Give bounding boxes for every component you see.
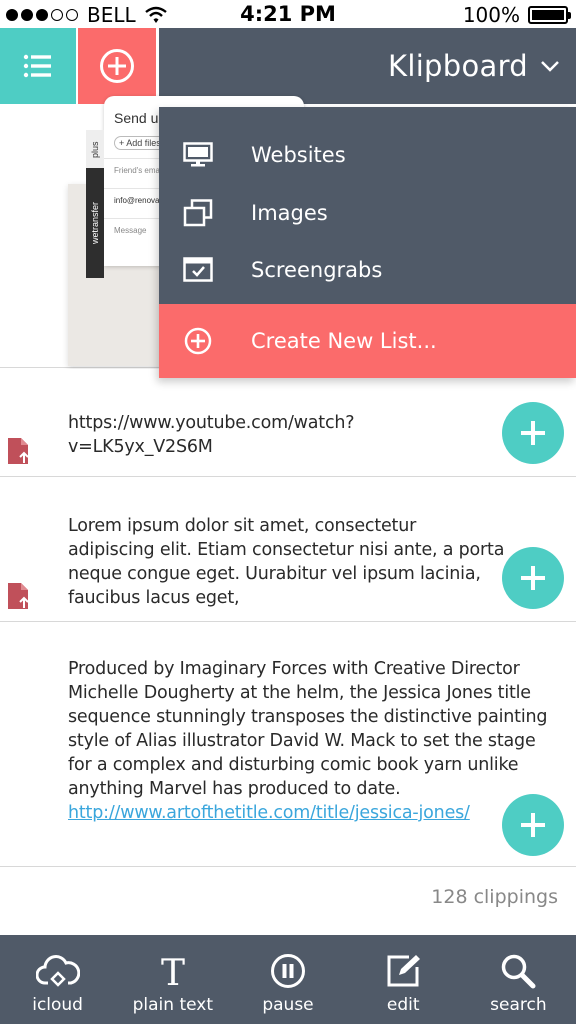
svg-text:T: T (161, 954, 185, 988)
toolbar-search-button[interactable]: search (461, 935, 576, 1024)
add-clipping-button[interactable] (78, 28, 156, 104)
battery-status: 100% (462, 3, 571, 27)
clipping-text: https://www.youtube.com/watch?v=LK5yx_V2… (68, 413, 355, 457)
menu-item-websites[interactable]: Websites (159, 126, 576, 183)
plus-icon (521, 421, 545, 445)
list-selector[interactable]: Klipboard (159, 28, 576, 104)
battery-icon (528, 6, 571, 24)
thumb-field: Friend's email (114, 166, 164, 175)
menu-item-screengrabs[interactable]: Screengrabs (159, 241, 576, 298)
file-upload-icon (8, 583, 29, 609)
clipping-count: 128 clippings (431, 886, 558, 908)
images-icon (183, 198, 213, 228)
thumb-chip: + Add files (114, 136, 166, 150)
create-new-list-button[interactable]: Create New List... (159, 304, 576, 378)
toolbar-edit-button[interactable]: edit (346, 935, 461, 1024)
edit-icon (381, 951, 425, 991)
list-item[interactable]: Produced by Imaginary Forces with Creati… (0, 623, 576, 867)
list-dropdown-menu: Websites Images Screengrabs Create New L… (159, 107, 576, 378)
toolbar-plain-text-button[interactable]: T plain text (115, 935, 230, 1024)
pause-icon (266, 951, 310, 991)
thumb-field: Message (114, 226, 147, 235)
add-to-list-button[interactable] (502, 794, 564, 856)
search-icon (496, 951, 540, 991)
add-to-list-button[interactable] (502, 402, 564, 464)
list-title: Klipboard (388, 49, 528, 83)
plus-circle-icon (100, 49, 134, 83)
toolbar-label: search (490, 995, 547, 1015)
list-item[interactable]: Lorem ipsum dolor sit amet, consectetur … (0, 478, 576, 622)
toolbar-label: icloud (32, 995, 83, 1015)
create-list-label: Create New List... (251, 329, 437, 353)
thumb-brand-label: wetransfer (90, 201, 100, 245)
app-header: Klipboard (0, 28, 576, 104)
plus-icon (521, 813, 545, 837)
text-icon: T (151, 951, 195, 991)
monitor-icon (183, 140, 213, 170)
thumb-tab-label: plus (90, 141, 100, 159)
plus-icon (521, 566, 545, 590)
list-item[interactable]: https://www.youtube.com/watch?v=LK5yx_V2… (0, 369, 576, 477)
clipping-body: Produced by Imaginary Forces with Creati… (68, 657, 548, 825)
toolbar-label: plain text (132, 995, 213, 1015)
clipping-link[interactable]: http://www.artofthetitle.com/title/jessi… (68, 801, 548, 825)
plus-circle-icon (183, 326, 213, 356)
menu-button[interactable] (0, 28, 76, 104)
toolbar-icloud-button[interactable]: icloud (0, 935, 115, 1024)
cloud-sync-icon (35, 951, 80, 991)
chevron-down-icon (541, 61, 559, 72)
thumb-field: info@renova (114, 196, 160, 205)
screengrab-icon (183, 255, 213, 285)
add-to-list-button[interactable] (502, 547, 564, 609)
battery-percent: 100% (462, 3, 520, 27)
clipping-text: Produced by Imaginary Forces with Creati… (68, 659, 548, 799)
toolbar-pause-button[interactable]: pause (230, 935, 345, 1024)
toolbar-label: pause (262, 995, 314, 1015)
menu-item-label: Images (251, 200, 328, 225)
bottom-toolbar: icloud T plain text pause edit search (0, 935, 576, 1024)
clipping-text: Lorem ipsum dolor sit amet, consectetur … (68, 516, 505, 608)
menu-item-label: Screengrabs (251, 257, 383, 282)
menu-item-label: Websites (251, 142, 346, 167)
status-bar: BELL 4:21 PM 100% (0, 0, 576, 28)
menu-item-images[interactable]: Images (159, 184, 576, 241)
file-upload-icon (8, 438, 29, 464)
battery-fill (532, 10, 564, 20)
toolbar-label: edit (386, 995, 420, 1015)
list-icon (23, 54, 51, 78)
